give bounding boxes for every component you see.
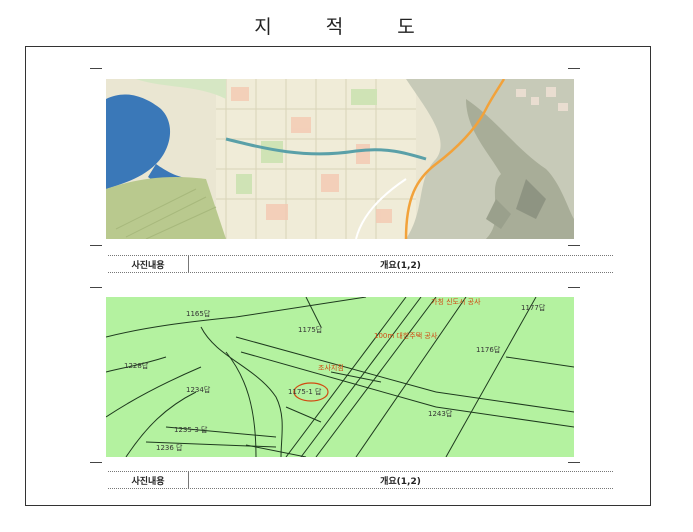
crop-mark [568,462,580,463]
caption-label: 사진내용 [108,472,189,488]
cadastral-map: 1165답 1175답 1228답 1234답 1235-3 답 1236 답 … [106,297,574,457]
parcel-label: 1236 답 [156,444,183,452]
caption-value: 개요(1,2) [380,476,421,487]
target-label: 조사지점 [318,364,344,372]
parcel-label: 1177답 [521,304,546,312]
parcel-label: 1235-3 답 [174,426,208,434]
parcel-label: 1165답 [186,310,211,318]
aerial-photo [106,79,574,239]
parcel-label: 1175-1 답 [288,388,322,396]
document-title: 지 적 도 [254,16,439,38]
photo-caption-row: 사진내용 개요(1,2) [108,255,613,273]
map-caption-row: 사진내용 개요(1,2) [108,471,613,489]
crop-mark [90,68,102,69]
document-sheet: 사진내용 개요(1,2) 1165답 1175답 1228답 1234답 123… [25,46,651,506]
crop-mark [568,68,580,69]
caption-value: 개요(1,2) [380,260,421,271]
parcel-label: 1234답 [186,386,211,394]
map-annotation: 100m 대한주택 공사 [374,332,438,340]
parcel-label: 1243답 [428,410,453,418]
crop-mark [90,245,102,246]
crop-mark [568,245,580,246]
parcel-label: 1175답 [298,326,323,334]
crop-mark [90,287,102,288]
crop-mark [90,462,102,463]
crop-mark [568,287,580,288]
map-annotation: 가칭 신도시 공사 [431,298,481,306]
parcel-label: 1228답 [124,362,149,370]
caption-label: 사진내용 [108,256,189,272]
parcel-label: 1176답 [476,346,501,354]
